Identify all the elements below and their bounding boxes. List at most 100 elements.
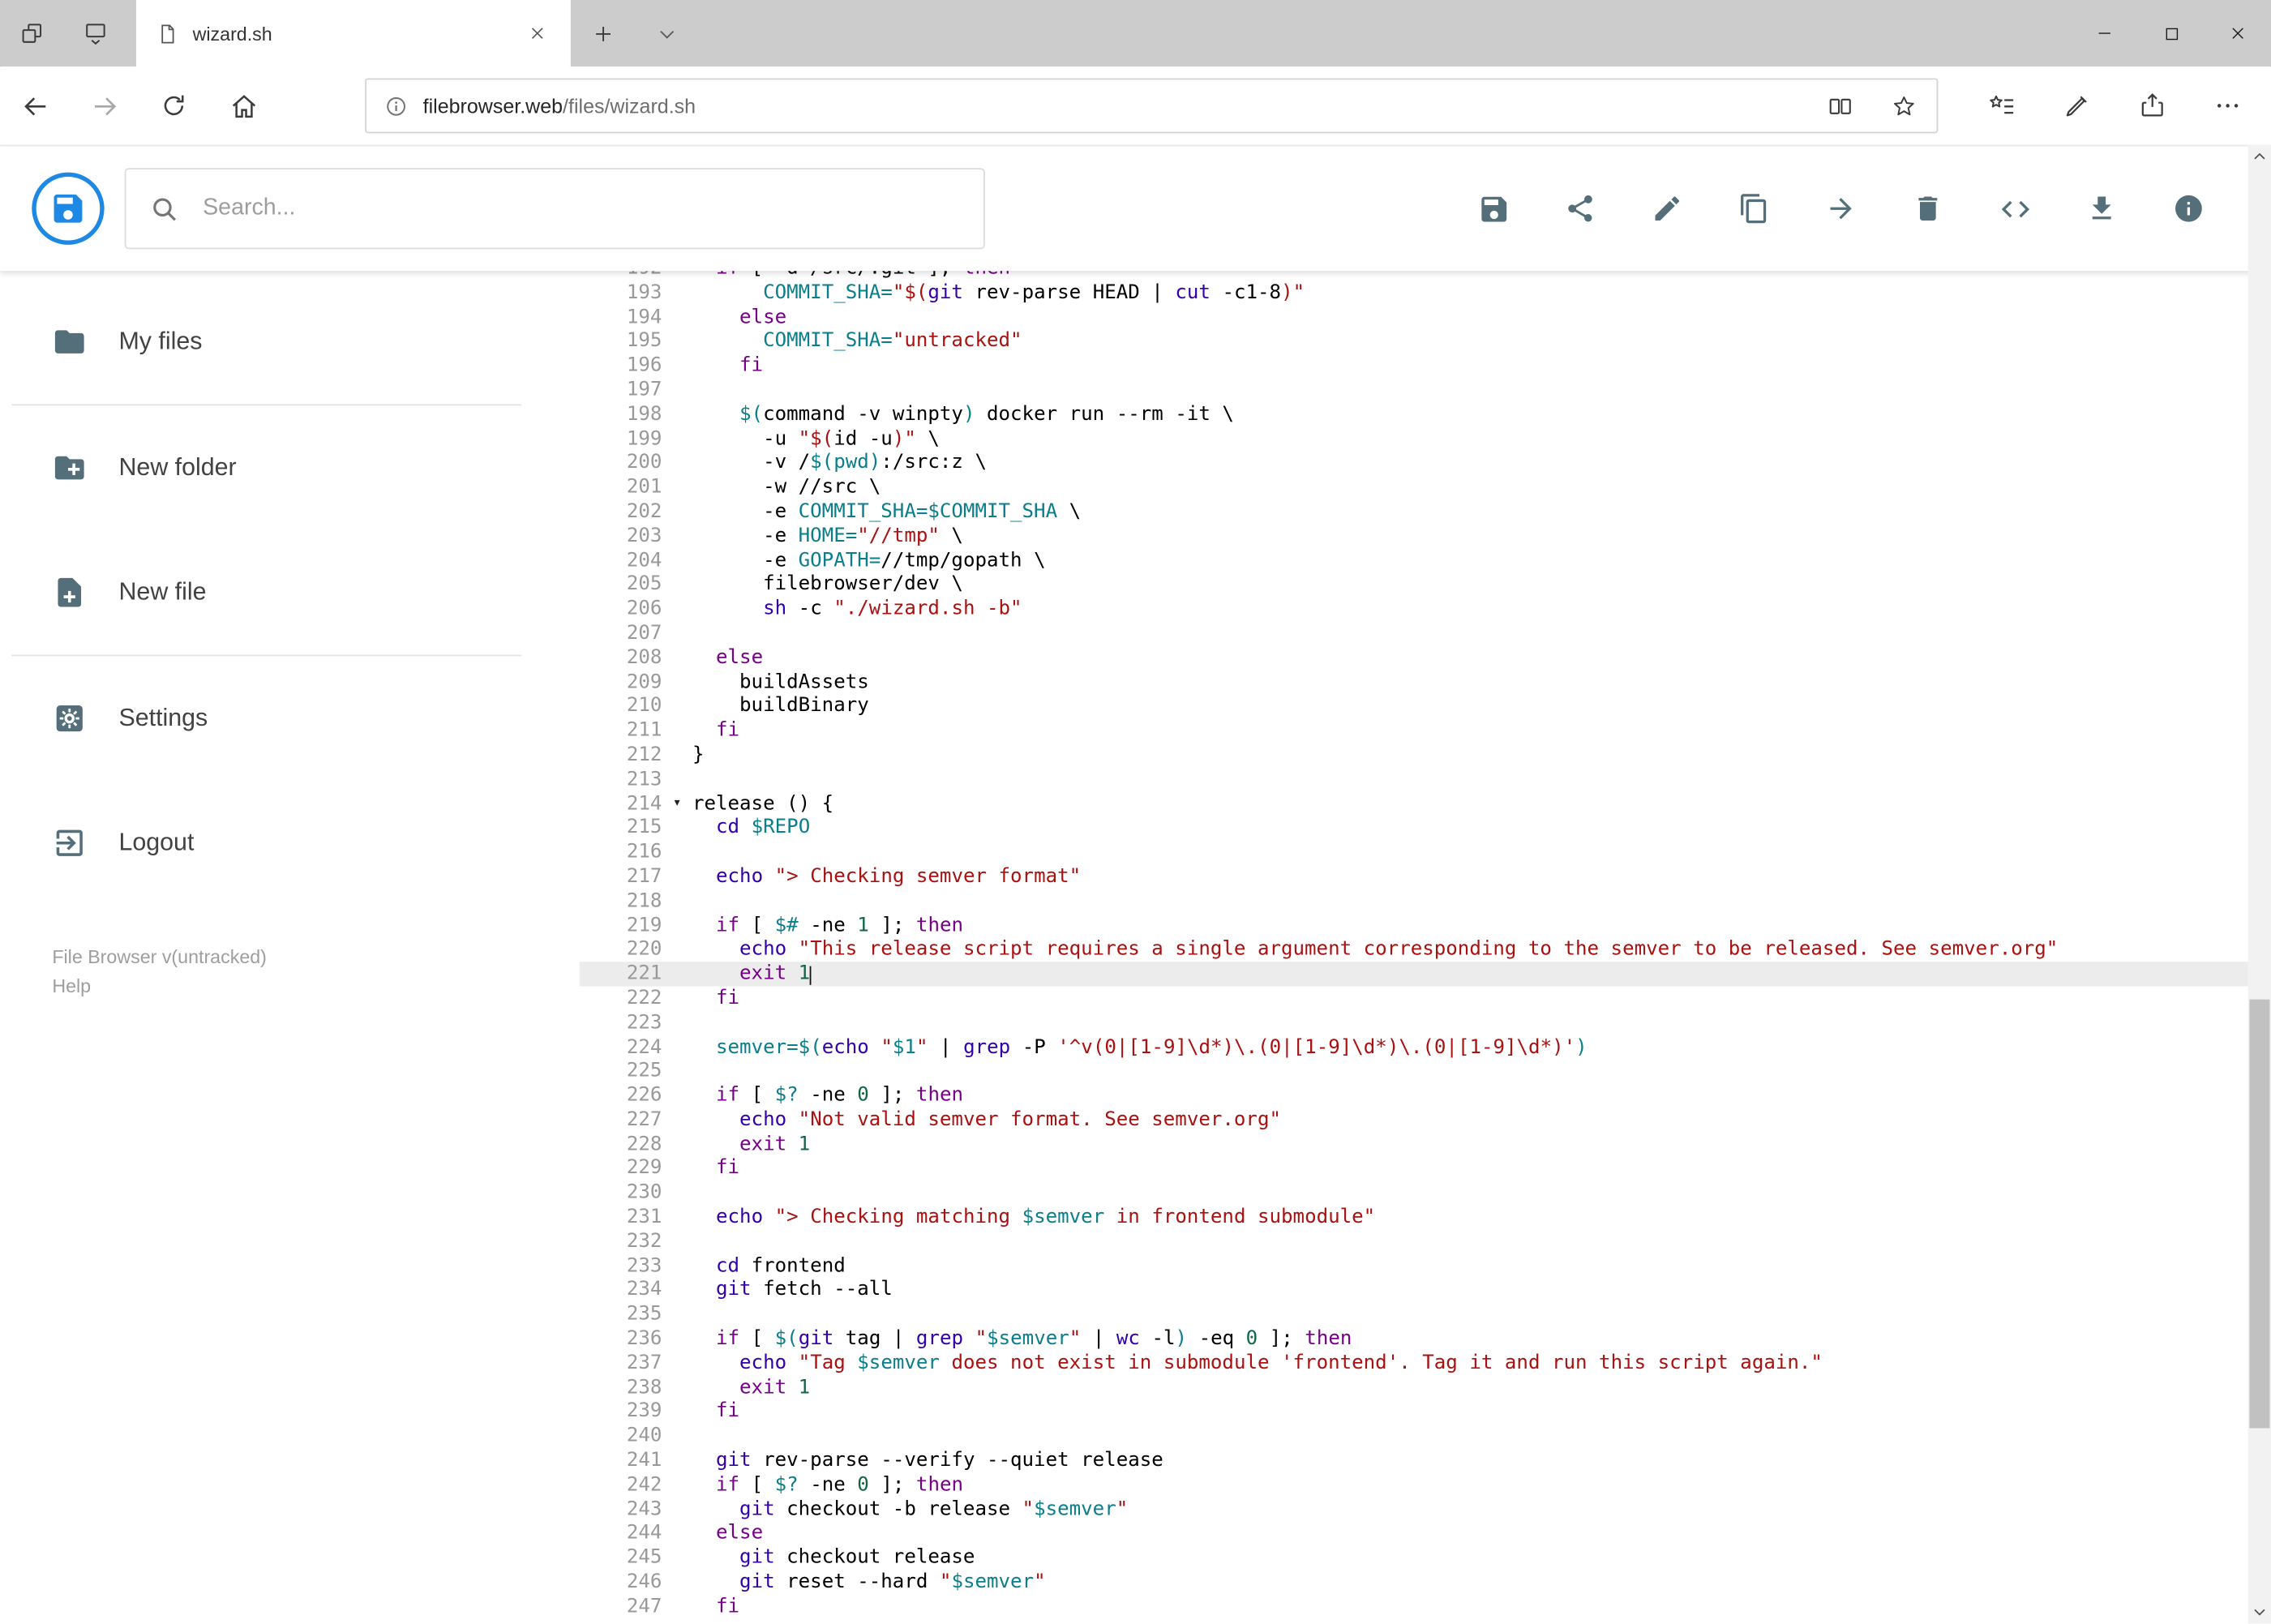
hub-button[interactable] (1964, 71, 2039, 141)
share-page-button[interactable] (2115, 71, 2190, 141)
reading-view-button[interactable] (1815, 84, 1864, 128)
code-line[interactable]: 213 (580, 767, 2271, 791)
delete-button[interactable] (1900, 181, 1956, 236)
add-favorite-button[interactable] (1879, 84, 1928, 128)
code-line[interactable]: 196 fi (580, 354, 2271, 378)
tab-preview-button[interactable] (64, 0, 128, 66)
code-line[interactable]: 220 echo "This release script requires a… (580, 937, 2271, 962)
new-tab-button[interactable] (571, 0, 635, 66)
code-line[interactable]: 229 fi (580, 1156, 2271, 1181)
code-line[interactable]: 231 echo "> Checking matching $semver in… (580, 1206, 2271, 1230)
code-line[interactable]: 214 ▾ release () { (580, 791, 2271, 816)
web-notes-button[interactable] (2039, 71, 2115, 141)
code-line[interactable]: 228 exit 1 (580, 1132, 2271, 1156)
code-line[interactable]: 226 if [ $? -ne 0 ]; then (580, 1083, 2271, 1108)
code-line[interactable]: 247 fi (580, 1595, 2271, 1619)
sidebar-item-settings[interactable]: Settings (0, 656, 580, 781)
code-line[interactable]: 216 (580, 840, 2271, 864)
back-button[interactable] (0, 71, 70, 141)
sidebar-item-new-folder[interactable]: New folder (0, 405, 580, 530)
code-line[interactable]: 219 if [ $# -ne 1 ]; then (580, 913, 2271, 937)
refresh-button[interactable] (139, 71, 209, 141)
show-tab-previews-button[interactable] (634, 0, 698, 66)
code-editor[interactable]: 192 if [ -d /src/.git ]; then193 COMMIT_… (579, 271, 2271, 1624)
code-line[interactable]: 210 buildBinary (580, 694, 2271, 718)
download-button[interactable] (2074, 181, 2129, 236)
search-box[interactable] (124, 168, 985, 250)
scrollbar-track[interactable] (2248, 168, 2271, 1600)
code-line[interactable]: 246 git reset --hard "$semver" (580, 1570, 2271, 1595)
code-line[interactable]: 197 (580, 378, 2271, 402)
code-line[interactable]: 240 (580, 1425, 2271, 1449)
info-button[interactable] (2161, 181, 2216, 236)
code-line[interactable]: 233 cd frontend (580, 1254, 2271, 1279)
code-line[interactable]: 236 if [ $(git tag | grep "$semver" | wc… (580, 1327, 2271, 1352)
code-line[interactable]: 203 -e HOME="//tmp" \ (580, 524, 2271, 548)
code-line[interactable]: 224 semver=$(echo "$1" | grep -P '^v(0|[… (580, 1035, 2271, 1059)
more-button[interactable] (2190, 71, 2265, 141)
forward-button[interactable] (70, 71, 139, 141)
code-line[interactable]: 211 fi (580, 718, 2271, 743)
share-button[interactable] (1553, 181, 1608, 236)
scrollbar-thumb[interactable] (2249, 998, 2270, 1429)
code-line[interactable]: 238 exit 1 (580, 1376, 2271, 1400)
code-line[interactable]: 230 (580, 1181, 2271, 1205)
code-line[interactable]: 205 filebrowser/dev \ (580, 572, 2271, 597)
code-line[interactable]: 244 else (580, 1522, 2271, 1546)
code-line[interactable]: 200 -v /$(pwd):/src:z \ (580, 451, 2271, 475)
code-line[interactable]: 241 git rev-parse --verify --quiet relea… (580, 1449, 2271, 1473)
scroll-down-button[interactable] (2248, 1600, 2271, 1624)
code-line[interactable]: 232 (580, 1230, 2271, 1254)
code-line[interactable]: 237 echo "Tag $semver does not exist in … (580, 1352, 2271, 1376)
code-line[interactable]: 227 echo "Not valid semver format. See s… (580, 1108, 2271, 1132)
code-line[interactable]: 225 (580, 1059, 2271, 1083)
browser-tab[interactable]: wizard.sh (135, 0, 571, 67)
source-code-button[interactable] (1987, 181, 2042, 236)
code-line[interactable]: 204 -e GOPATH=//tmp/gopath \ (580, 548, 2271, 572)
code-line[interactable]: 245 git checkout release (580, 1546, 2271, 1570)
code-line[interactable]: 221 exit 1 (579, 962, 2271, 987)
code-line[interactable]: 217 echo "> Checking semver format" (580, 864, 2271, 889)
code-line[interactable]: 234 git fetch --all (580, 1279, 2271, 1303)
code-line[interactable]: 243 git checkout -b release "$semver" (580, 1498, 2271, 1522)
scroll-up-button[interactable] (2248, 145, 2271, 169)
minimize-button[interactable] (2072, 0, 2138, 66)
code-line[interactable]: 235 (580, 1303, 2271, 1327)
close-window-button[interactable] (2205, 0, 2271, 66)
code-line[interactable]: 199 -u "$(id -u)" \ (580, 426, 2271, 451)
code-line[interactable]: 242 if [ $? -ne 0 ]; then (580, 1473, 2271, 1498)
code-line[interactable]: 194 else (580, 305, 2271, 329)
code-line[interactable]: 209 buildAssets (580, 670, 2271, 694)
code-line[interactable]: 208 else (580, 645, 2271, 670)
code-line[interactable]: 215 cd $REPO (580, 816, 2271, 840)
sidebar-item-my-files[interactable]: My files (0, 280, 580, 405)
home-button[interactable] (208, 71, 278, 141)
help-link[interactable]: Help (52, 972, 91, 1001)
sidebar-item-logout[interactable]: Logout (0, 781, 580, 906)
move-button[interactable] (1814, 181, 1869, 236)
code-line[interactable]: 207 (580, 621, 2271, 645)
fold-arrow-icon[interactable]: ▾ (662, 791, 692, 816)
code-line[interactable]: 195 COMMIT_SHA="untracked" (580, 329, 2271, 354)
sidebar-item-new-file[interactable]: New file (0, 530, 580, 655)
code-line[interactable]: 218 (580, 889, 2271, 913)
page-scrollbar[interactable] (2247, 144, 2271, 1624)
code-line[interactable]: 212} (580, 743, 2271, 767)
code-line[interactable]: 201 -w //src \ (580, 475, 2271, 499)
tab-close-button[interactable] (519, 15, 556, 52)
code-line[interactable]: 192 if [ -d /src/.git ]; then (580, 271, 2271, 281)
rename-button[interactable] (1639, 181, 1695, 236)
site-info-icon[interactable] (383, 93, 408, 118)
code-line[interactable]: 223 (580, 1010, 2271, 1035)
code-line[interactable]: 222 fi (580, 986, 2271, 1010)
code-line[interactable]: 193 COMMIT_SHA="$(git rev-parse HEAD | c… (580, 281, 2271, 305)
save-button[interactable] (1466, 181, 1521, 236)
maximize-button[interactable] (2138, 0, 2205, 66)
search-input[interactable] (199, 194, 961, 224)
code-line[interactable]: 206 sh -c "./wizard.sh -b" (580, 597, 2271, 621)
address-bar[interactable]: filebrowser.web/files/wizard.sh (365, 78, 1939, 134)
copy-button[interactable] (1727, 181, 1782, 236)
code-line[interactable]: 239 fi (580, 1400, 2271, 1425)
code-line[interactable]: 198 $(command -v winpty) docker run --rm… (580, 402, 2271, 426)
code-line[interactable]: 202 -e COMMIT_SHA=$COMMIT_SHA \ (580, 499, 2271, 524)
